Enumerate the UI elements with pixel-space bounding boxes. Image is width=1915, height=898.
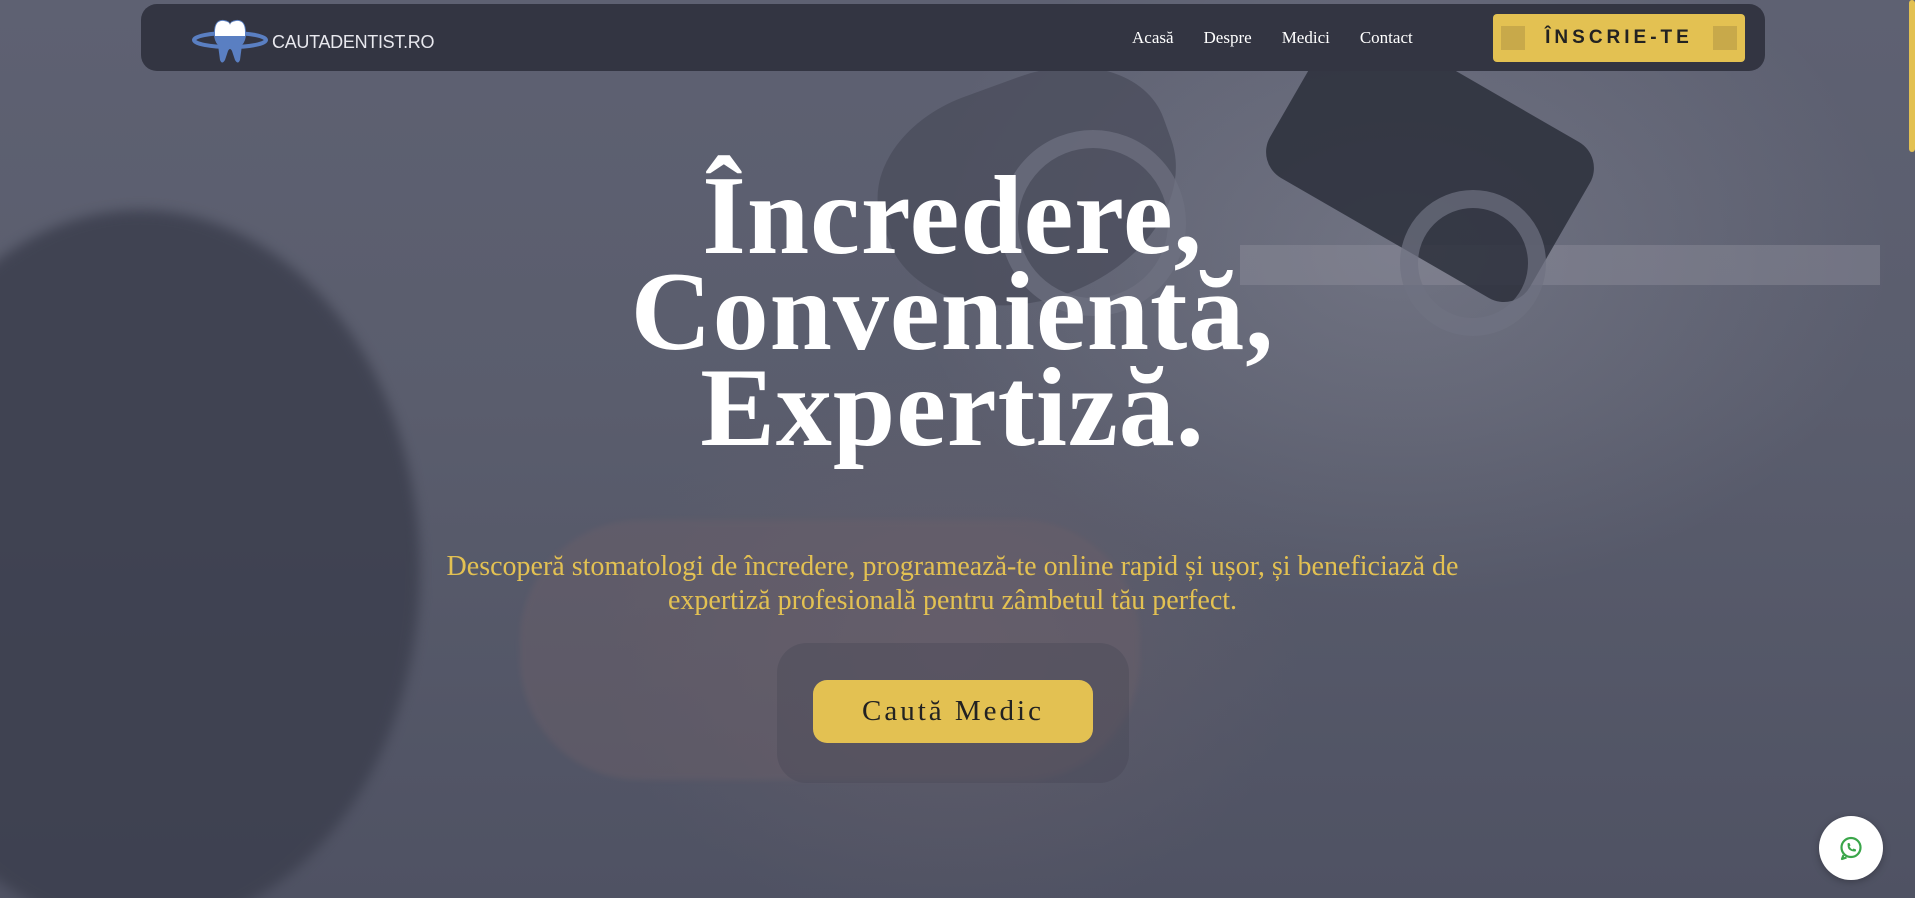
page-scrollbar[interactable] (1909, 0, 1915, 898)
button-decoration-square (1501, 26, 1525, 50)
signup-button[interactable]: ÎNSCRIE-TE (1493, 14, 1745, 62)
hero-subtitle-line: expertiză profesională pentru zâmbetul t… (667, 585, 1238, 616)
tooth-logo-icon (192, 19, 268, 63)
top-navbar: CAUTADENTIST.RO Acasă Despre Medici Cont… (141, 4, 1765, 71)
nav-link-despre[interactable]: Despre (1204, 28, 1252, 48)
nav-link-contact[interactable]: Contact (1360, 28, 1413, 48)
nav-link-acasa[interactable]: Acasă (1132, 28, 1174, 48)
hero-title-line: Expertiză. (700, 346, 1205, 470)
site-logo[interactable]: CAUTADENTIST.RO (192, 15, 434, 65)
hero-subtitle: Descoperă stomatologi de încredere, prog… (360, 550, 1545, 618)
whatsapp-icon (1840, 836, 1862, 861)
scrollbar-thumb[interactable] (1909, 0, 1915, 152)
logo-text: CAUTADENTIST.RO (272, 31, 435, 52)
whatsapp-button[interactable] (1819, 816, 1883, 880)
signup-button-label: ÎNSCRIE-TE (1545, 27, 1693, 48)
nav-links: Acasă Despre Medici Contact (1132, 4, 1413, 71)
search-doctor-button[interactable]: Caută Medic (813, 680, 1093, 743)
hero-subtitle-line: Descoperă stomatologi de încredere, prog… (446, 551, 1459, 582)
nav-link-medici[interactable]: Medici (1282, 28, 1330, 48)
button-decoration-square (1713, 26, 1737, 50)
hero-title: Încredere, Convenientă, Expertiză. (0, 160, 1905, 470)
